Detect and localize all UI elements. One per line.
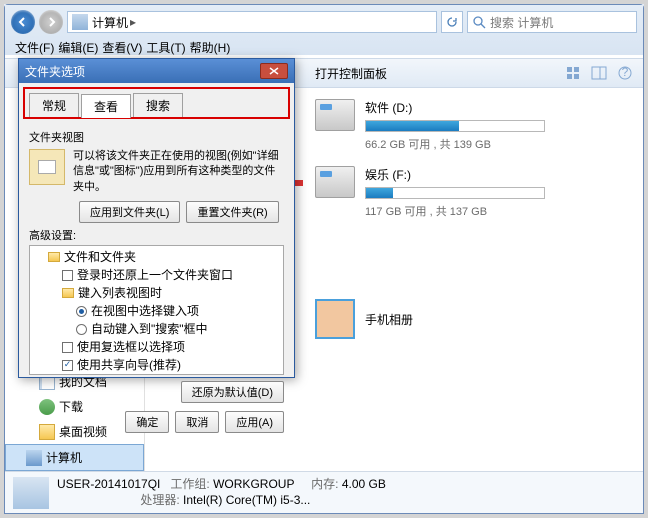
- tab-view[interactable]: 查看: [81, 94, 131, 118]
- menubar: 文件(F) 编辑(E) 查看(V) 工具(T) 帮助(H): [11, 37, 637, 57]
- cpu-label: 处理器:: [140, 493, 179, 507]
- adv-radio-item[interactable]: 在视图中选择键入项: [34, 302, 279, 320]
- computer-large-icon: [13, 477, 49, 509]
- arrow-right-icon: [46, 17, 56, 27]
- dialog-titlebar[interactable]: 文件夹选项: [19, 59, 294, 83]
- dialog-footer: 确定 取消 应用(A): [19, 409, 294, 441]
- adv-checkbox-item[interactable]: 登录时还原上一个文件夹窗口: [34, 266, 279, 284]
- folder-icon: [62, 288, 74, 298]
- album-row[interactable]: 手机相册: [315, 299, 633, 339]
- drive-icon: [315, 166, 355, 198]
- checkbox-icon: [62, 342, 73, 353]
- drive-row-ent[interactable]: 娱乐 (F:) 117 GB 可用 , 共 137 GB: [315, 166, 633, 219]
- menu-edit[interactable]: 编辑(E): [58, 39, 98, 56]
- album-thumb: [315, 299, 355, 339]
- apply-button[interactable]: 应用(A): [225, 411, 284, 433]
- search-icon: [472, 15, 486, 29]
- refresh-button[interactable]: [441, 11, 463, 33]
- forward-button[interactable]: [39, 10, 63, 34]
- ok-button[interactable]: 确定: [125, 411, 169, 433]
- menu-tools[interactable]: 工具(T): [146, 39, 185, 56]
- breadcrumb-arrow[interactable]: ▸: [130, 15, 136, 29]
- mem-label: 内存:: [311, 477, 338, 491]
- computer-icon: [26, 450, 42, 466]
- radio-icon: [76, 306, 87, 317]
- refresh-icon: [446, 16, 458, 28]
- adv-checkbox-item[interactable]: 始终显示菜单: [34, 374, 279, 375]
- drive-subtext: 117 GB 可用 , 共 137 GB: [365, 203, 633, 219]
- close-icon: [269, 67, 279, 75]
- adv-radio-item[interactable]: 自动键入到"搜索"框中: [34, 320, 279, 338]
- capacity-bar: [365, 187, 545, 199]
- cancel-button[interactable]: 取消: [175, 411, 219, 433]
- help-icon[interactable]: ?: [617, 65, 633, 81]
- computer-icon: [72, 14, 88, 30]
- capacity-bar: [365, 120, 545, 132]
- radio-icon: [76, 324, 87, 335]
- adv-checkbox-item[interactable]: 使用共享向导(推荐): [34, 356, 279, 374]
- folder-views-icon: [29, 149, 65, 185]
- mem-value: 4.00 GB: [342, 477, 386, 491]
- checkbox-icon: [62, 270, 73, 281]
- address-bar[interactable]: 计算机 ▸: [67, 11, 437, 33]
- adv-group: 键入列表视图时: [34, 284, 279, 302]
- details-name: USER-20141017QI: [57, 477, 160, 491]
- search-input[interactable]: 搜索 计算机: [467, 11, 637, 33]
- drive-row-soft[interactable]: 软件 (D:) 66.2 GB 可用 , 共 139 GB: [315, 99, 633, 152]
- restore-defaults-button[interactable]: 还原为默认值(D): [181, 381, 284, 403]
- tabstrip: 常规 查看 搜索: [23, 87, 290, 119]
- breadcrumb-text: 计算机: [92, 14, 128, 31]
- tab-search[interactable]: 搜索: [133, 93, 183, 117]
- advanced-label: 高级设置:: [29, 227, 284, 243]
- drive-label: 娱乐 (F:): [365, 166, 633, 183]
- checkbox-icon: [62, 360, 73, 371]
- section-heading: 文件夹视图: [29, 129, 284, 145]
- album-label: 手机相册: [365, 311, 413, 328]
- drive-icon: [315, 99, 355, 131]
- content-pane: 软件 (D:) 66.2 GB 可用 , 共 139 GB 娱乐 (F:) 11…: [305, 89, 643, 471]
- drive-subtext: 66.2 GB 可用 , 共 139 GB: [365, 136, 633, 152]
- reset-folders-button[interactable]: 重置文件夹(R): [186, 201, 278, 223]
- back-button[interactable]: [11, 10, 35, 34]
- adv-group: 文件和文件夹: [34, 248, 279, 266]
- close-button[interactable]: [260, 63, 288, 79]
- sidebar-item-computer[interactable]: 计算机: [5, 444, 144, 471]
- workgroup-value: WORKGROUP: [213, 477, 294, 491]
- preview-pane-icon[interactable]: [591, 65, 607, 81]
- view-options-icon[interactable]: [565, 65, 581, 81]
- workgroup-label: 工作组:: [170, 477, 209, 491]
- folder-icon: [48, 252, 60, 262]
- adv-checkbox-item[interactable]: 使用复选框以选择项: [34, 338, 279, 356]
- menu-file[interactable]: 文件(F): [15, 39, 54, 56]
- menu-help[interactable]: 帮助(H): [190, 39, 231, 56]
- folder-options-dialog: 文件夹选项 常规 查看 搜索 文件夹视图 可以将该文件夹正在使用的视图(例如"详…: [18, 58, 295, 378]
- tab-general[interactable]: 常规: [29, 93, 79, 117]
- drive-label: 软件 (D:): [365, 99, 633, 116]
- cpu-value: Intel(R) Core(TM) i5-3...: [183, 493, 310, 507]
- dialog-title-text: 文件夹选项: [25, 63, 85, 80]
- toolbar-control-panel[interactable]: 打开控制面板: [315, 65, 387, 82]
- folder-views-text: 可以将该文件夹正在使用的视图(例如"详细信息"或"图标")应用到所有这种类型的文…: [73, 149, 284, 195]
- details-pane: USER-20141017QI 工作组: WORKGROUP 内存: 4.00 …: [5, 471, 643, 513]
- svg-text:?: ?: [622, 65, 629, 79]
- nav-row: 计算机 ▸ 搜索 计算机: [11, 9, 637, 35]
- advanced-settings-list[interactable]: 文件和文件夹 登录时还原上一个文件夹窗口 键入列表视图时 在视图中选择键入项 自…: [29, 245, 284, 375]
- menu-view[interactable]: 查看(V): [102, 39, 142, 56]
- computer-label: 计算机: [46, 449, 82, 466]
- apply-to-folders-button[interactable]: 应用到文件夹(L): [79, 201, 180, 223]
- search-placeholder: 搜索 计算机: [490, 14, 553, 31]
- arrow-left-icon: [18, 17, 28, 27]
